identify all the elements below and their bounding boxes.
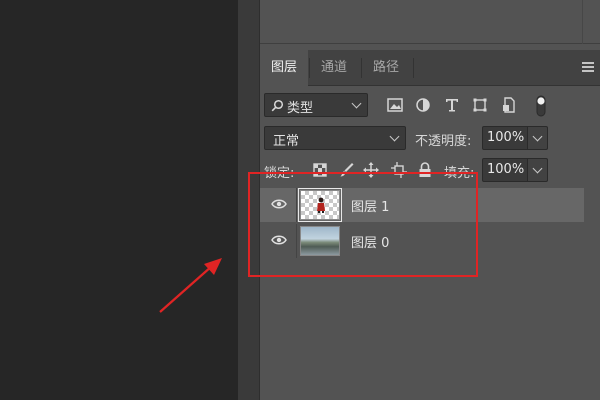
chevron-down-icon bbox=[389, 131, 400, 142]
lock-label: 锁定: bbox=[264, 166, 295, 181]
layer-row-layer-1[interactable]: 图层 1 bbox=[260, 188, 584, 222]
tab-channels[interactable]: 通道 bbox=[310, 50, 358, 86]
lock-position-icon[interactable] bbox=[363, 161, 379, 179]
lock-row: 锁定: 填充: 100% bbox=[260, 158, 600, 182]
chevron-down-icon bbox=[532, 131, 543, 142]
fill-dropdown-button[interactable] bbox=[528, 158, 548, 182]
opacity-dropdown-button[interactable] bbox=[528, 126, 548, 150]
smart-object-filter-icon[interactable] bbox=[500, 95, 518, 115]
filter-row: 类型 bbox=[260, 93, 600, 117]
visibility-divider bbox=[296, 224, 297, 258]
tab-divider bbox=[413, 58, 414, 78]
layer-thumbnail[interactable] bbox=[300, 226, 340, 256]
layer-thumbnail[interactable] bbox=[298, 188, 342, 222]
shape-filter-icon[interactable] bbox=[471, 95, 489, 115]
tab-paths[interactable]: 路径 bbox=[362, 50, 410, 86]
upper-panel-dock bbox=[260, 0, 600, 44]
panel-gutter bbox=[238, 0, 260, 400]
lock-image-pixels-icon[interactable] bbox=[339, 161, 355, 179]
lock-all-icon[interactable] bbox=[417, 161, 433, 179]
visibility-divider bbox=[296, 188, 297, 222]
panel-tab-bar: 图层 通道 路径 bbox=[260, 50, 600, 86]
eye-icon[interactable] bbox=[271, 234, 287, 246]
opacity-input[interactable]: 100% bbox=[482, 126, 528, 150]
blend-mode-label: 正常 bbox=[273, 134, 300, 149]
layer-row-layer-0[interactable]: 图层 0 bbox=[260, 224, 584, 258]
chevron-down-icon bbox=[351, 98, 362, 109]
fill-label: 填充: bbox=[444, 166, 475, 181]
type-filter-icon[interactable] bbox=[443, 95, 461, 115]
tab-layers[interactable]: 图层 bbox=[260, 50, 309, 86]
fill-input[interactable]: 100% bbox=[482, 158, 528, 182]
layer-name[interactable]: 图层 0 bbox=[351, 232, 389, 251]
opacity-label: 不透明度: bbox=[415, 134, 472, 149]
blend-row: 正常 不透明度: 100% bbox=[260, 126, 600, 150]
lock-transparent-pixels-icon[interactable] bbox=[312, 161, 328, 179]
lock-artboard-icon[interactable] bbox=[391, 161, 407, 179]
filter-kind-select[interactable]: 类型 bbox=[264, 93, 368, 117]
layers-panel-dock: 图层 通道 路径 类型 正常 不透明度: 100% 锁定: 填充: 100% 图… bbox=[260, 0, 600, 400]
document-canvas-area bbox=[0, 0, 238, 400]
adjustment-filter-icon[interactable] bbox=[414, 95, 432, 115]
eye-icon[interactable] bbox=[271, 198, 287, 210]
layer-name[interactable]: 图层 1 bbox=[351, 196, 389, 215]
panel-menu-icon[interactable] bbox=[582, 62, 594, 74]
dock-divider bbox=[582, 0, 583, 44]
filter-kind-label: 类型 bbox=[287, 101, 314, 116]
search-icon bbox=[271, 99, 284, 112]
figure-thumbnail-icon bbox=[317, 197, 325, 213]
image-filter-icon[interactable] bbox=[386, 95, 404, 115]
filter-toggle-icon[interactable] bbox=[536, 95, 546, 117]
chevron-down-icon bbox=[532, 163, 543, 174]
blend-mode-select[interactable]: 正常 bbox=[264, 126, 406, 150]
